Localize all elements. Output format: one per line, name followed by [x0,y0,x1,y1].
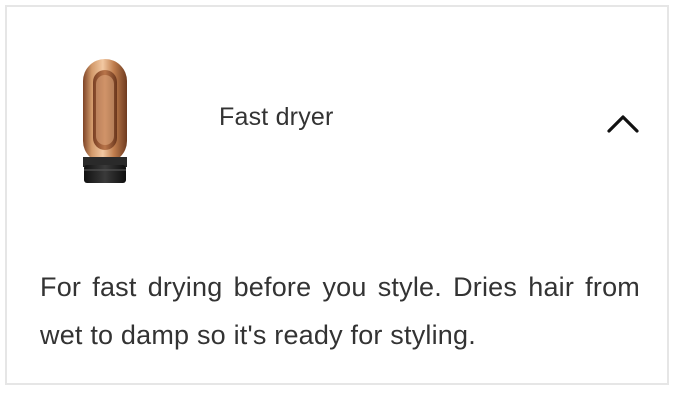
accordion-title: Fast dryer [219,103,334,131]
accordion-header[interactable]: Fast dryer [7,7,667,197]
accordion-description: For fast drying before you style. Dries … [40,272,640,350]
accordion-card: Fast dryer For fast drying before you st… [5,5,669,385]
chevron-up-icon[interactable] [606,112,640,134]
fast-dryer-attachment-icon [83,59,127,183]
